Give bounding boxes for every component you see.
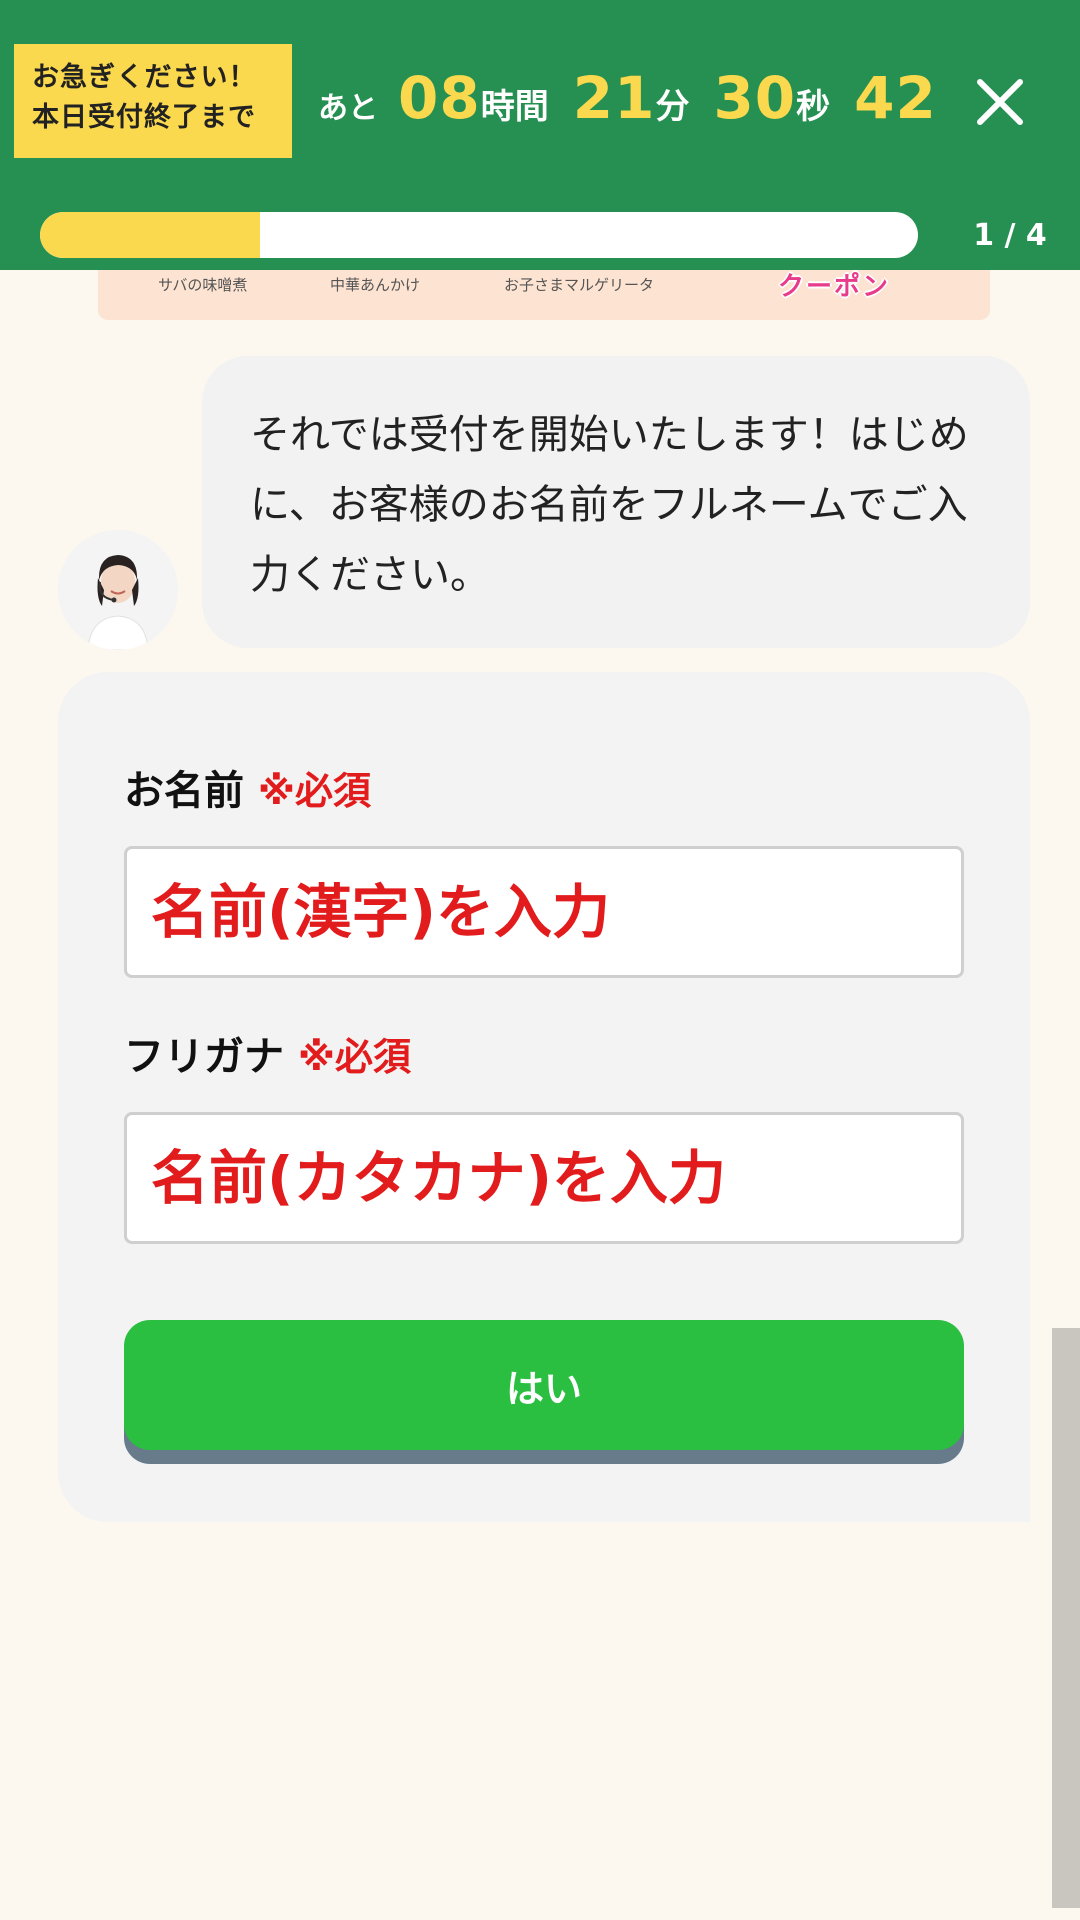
name-field-label: お名前 ※必須 xyxy=(124,758,371,816)
urgent-line-2: 本日受付終了まで xyxy=(32,102,256,133)
banner-item: 中華あんかけ xyxy=(330,276,421,294)
chat-message-text: それでは受付を開始いたします！はじめに、お客様のお名前をフルネームでご入力くださ… xyxy=(250,412,969,598)
urgent-badge: お急ぎください！ 本日受付終了まで xyxy=(14,44,292,158)
kana-label-text: フリガナ xyxy=(124,1034,284,1080)
banner-item: サバの味噌煮 xyxy=(158,276,248,294)
progress-fill xyxy=(40,212,260,258)
name-label-text: お名前 xyxy=(124,768,244,814)
countdown-hours-unit: 時間 xyxy=(480,87,549,127)
urgent-line-1: お急ぎください！ xyxy=(32,62,257,93)
name-kanji-input[interactable] xyxy=(124,846,964,978)
name-required-badge: ※必須 xyxy=(258,769,371,813)
countdown-seconds: 30 xyxy=(713,64,797,132)
countdown-timer: あと 08 時間 21 分 30 秒 42 xyxy=(318,64,937,144)
submit-yes-button[interactable]: はい xyxy=(124,1320,964,1450)
countdown-minutes-unit: 分 xyxy=(655,87,690,127)
countdown-centiseconds: 42 xyxy=(854,64,937,132)
name-katakana-input[interactable] xyxy=(124,1112,964,1244)
page: サバの味噌煮 中華あんかけ お子さまマルゲリータ クーポン お急ぎください！ 本… xyxy=(0,0,1080,1920)
name-form: お名前 ※必須 フリガナ ※必須 はい xyxy=(58,672,1030,1522)
progress-step-count: 1 / 4 xyxy=(973,218,1047,253)
scrollbar-thumb[interactable] xyxy=(1052,1328,1080,1908)
progress-bar xyxy=(40,212,918,258)
countdown-prefix: あと xyxy=(318,91,378,126)
operator-avatar-icon xyxy=(58,530,178,650)
banner-coupon-label: クーポン xyxy=(778,272,891,302)
kana-required-badge: ※必須 xyxy=(298,1035,411,1079)
countdown-header: お急ぎください！ 本日受付終了まで あと 08 時間 21 分 30 秒 42 … xyxy=(0,0,1080,270)
close-button[interactable] xyxy=(960,62,1040,142)
kana-field-label: フリガナ ※必須 xyxy=(124,1024,411,1082)
chat-message-bubble: それでは受付を開始いたします！はじめに、お客様のお名前をフルネームでご入力くださ… xyxy=(202,356,1030,648)
operator-avatar xyxy=(58,530,178,650)
banner-item: お子さまマルゲリータ xyxy=(504,276,655,294)
countdown-minutes: 21 xyxy=(572,64,656,132)
close-icon xyxy=(977,79,1023,125)
countdown-hours: 08 xyxy=(398,64,481,132)
countdown-seconds-unit: 秒 xyxy=(796,87,831,127)
